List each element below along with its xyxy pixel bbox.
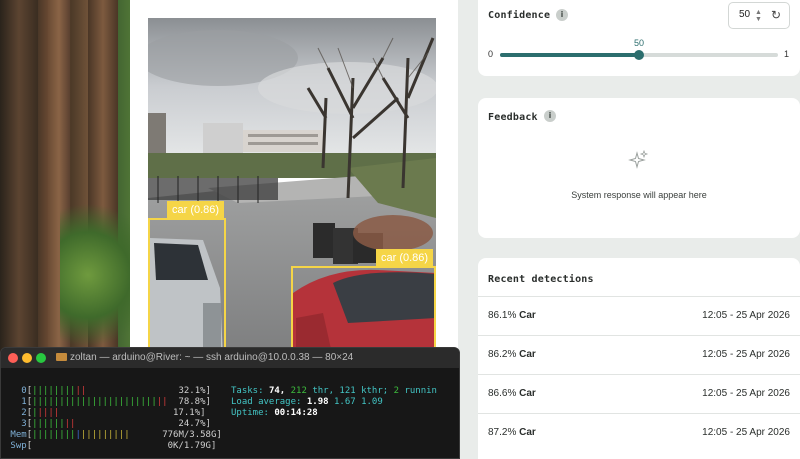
confidence-card: Confidence i 50 ▲ ▼ ↻ 0 50 1 xyxy=(478,0,800,76)
detection-class: Car xyxy=(519,427,536,438)
info-icon[interactable]: i xyxy=(544,110,556,122)
uptime-line: Uptime: 00:14:28 xyxy=(231,408,318,418)
detection-time: 12:05 - 25 Apr 2026 xyxy=(702,388,790,399)
detection-class: Car xyxy=(519,349,536,360)
refresh-icon[interactable]: ↻ xyxy=(771,8,781,22)
cpu-meter: 0[|||||||||| 32.1%] xyxy=(21,386,211,396)
detection-confidence: 86.2% xyxy=(488,349,517,360)
camera-frame: car (0.86) car (0.86) xyxy=(148,18,436,358)
cpu-meter: 3[|||||||| 24.7%] xyxy=(21,419,211,429)
terminal-titlebar[interactable]: zoltan — arduino@River: ~ — ssh arduino@… xyxy=(1,348,459,368)
detection-class: Car xyxy=(519,388,536,399)
detection-confidence: 86.6% xyxy=(488,388,517,399)
detection-label: car (0.86) xyxy=(167,201,225,219)
slider-value-label: 50 xyxy=(633,38,645,48)
sparkle-icon xyxy=(628,149,650,177)
folder-icon xyxy=(56,353,67,361)
stepper-arrows-icon[interactable]: ▲ ▼ xyxy=(755,9,762,23)
detection-label: car (0.86) xyxy=(376,249,434,267)
detection-row[interactable]: 86.1% Car 12:05 - 25 Apr 2026 xyxy=(478,296,800,334)
confidence-value[interactable]: 50 xyxy=(739,9,750,20)
recent-detections-title: Recent detections xyxy=(488,274,594,285)
confidence-title: Confidence xyxy=(488,10,551,21)
detection-confidence: 86.1% xyxy=(488,310,517,321)
detection-class: Car xyxy=(519,310,536,321)
close-button[interactable] xyxy=(8,353,18,363)
tasks-line: Tasks: 74, 212 thr, 121 kthr; 2 runnin xyxy=(231,386,437,396)
feedback-title: Feedback xyxy=(488,112,538,123)
detection-row[interactable]: 87.2% Car 12:05 - 25 Apr 2026 xyxy=(478,413,800,451)
recent-detections-card: Recent detections 86.1% Car 12:05 - 25 A… xyxy=(478,258,800,459)
terminal-title: zoltan — arduino@River: ~ — ssh arduino@… xyxy=(70,352,354,363)
confidence-stepper[interactable]: 50 ▲ ▼ ↻ xyxy=(728,2,790,29)
zoom-button[interactable] xyxy=(36,353,46,363)
detection-row[interactable]: 86.2% Car 12:05 - 25 Apr 2026 xyxy=(478,335,800,373)
terminal-window[interactable]: zoltan — arduino@River: ~ — ssh arduino@… xyxy=(0,347,460,459)
slider-max-label: 1 xyxy=(784,49,790,59)
detection-row[interactable]: 86.6% Car 12:05 - 25 Apr 2026 xyxy=(478,374,800,412)
slider-min-label: 0 xyxy=(488,49,494,59)
memory-meter: Mem[|||||||||||||||||| 776M/3.58G] xyxy=(10,430,222,440)
confidence-slider[interactable]: 50 xyxy=(500,38,778,60)
info-icon[interactable]: i xyxy=(556,9,568,21)
detection-box xyxy=(291,266,436,358)
slider-thumb[interactable] xyxy=(634,50,644,60)
swap-meter: Swp[ 0K/1.79G] xyxy=(10,441,217,451)
load-average-line: Load average: 1.98 1.67 1.09 xyxy=(231,397,383,407)
cpu-meter: 2[||||| 17.1%] xyxy=(21,408,206,418)
minimize-button[interactable] xyxy=(22,353,32,363)
detection-time: 12:05 - 25 Apr 2026 xyxy=(702,427,790,438)
detection-time: 12:05 - 25 Apr 2026 xyxy=(702,310,790,321)
feedback-card: Feedback i System response will appear h… xyxy=(478,98,800,238)
detection-box xyxy=(148,218,226,358)
feedback-placeholder: System response will appear here xyxy=(571,190,707,200)
cpu-meter: 1[||||||||||||||||||||||||| 78.8%] xyxy=(21,397,211,407)
detection-time: 12:05 - 25 Apr 2026 xyxy=(702,349,790,360)
detection-confidence: 87.2% xyxy=(488,427,517,438)
slider-fill xyxy=(500,53,639,57)
